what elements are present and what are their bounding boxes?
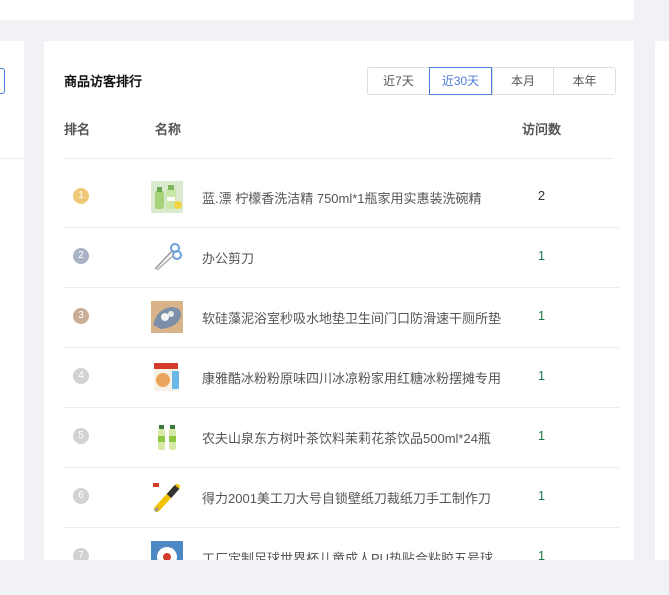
tea-drink-bottles-icon <box>151 421 183 453</box>
header-divider <box>64 158 614 159</box>
page-footer-bar <box>0 560 669 595</box>
visit-count: 2 <box>537 188 546 203</box>
rank-badge: 3 <box>73 308 89 324</box>
product-name[interactable]: 办公剪刀 <box>202 248 512 267</box>
tab-this-year[interactable]: 本年 <box>553 68 615 94</box>
table-row[interactable]: 1 蓝.漂 柠檬香洗洁精 750ml*1瓶家用实惠装洗碗精 2 <box>64 168 619 228</box>
rank-badge: 6 <box>73 488 89 504</box>
jelly-powder-pack-icon <box>151 361 183 393</box>
product-name[interactable]: 蓝.漂 柠檬香洗洁精 750ml*1瓶家用实惠装洗碗精 <box>202 188 512 207</box>
left-card-button-fragment[interactable] <box>0 68 5 94</box>
product-visitor-ranking-panel: 商品访客排行 近7天 近30天 本月 本年 排名 名称 访问数 1 蓝.漂 柠檬… <box>44 41 634 560</box>
tab-last-30-days[interactable]: 近30天 <box>429 67 492 95</box>
detergent-bottle-icon <box>151 181 183 213</box>
table-row[interactable]: 6 得力2001美工刀大号自锁壁纸刀裁纸刀手工制作刀 1 <box>64 468 619 528</box>
product-name[interactable]: 农夫山泉东方树叶茶饮料茉莉花茶饮品500ml*24瓶 <box>202 428 512 447</box>
rank-badge: 4 <box>73 368 89 384</box>
table-row[interactable]: 3 软硅藻泥浴室秒吸水地垫卫生间门口防滑速干厕所垫 1 <box>64 288 619 348</box>
rank-badge: 1 <box>73 188 89 204</box>
date-range-tabs: 近7天 近30天 本月 本年 <box>367 67 616 95</box>
table-row[interactable]: 2 办公剪刀 1 <box>64 228 619 288</box>
left-card-divider <box>0 158 24 159</box>
top-card-fragment <box>0 0 634 20</box>
visit-count: 1 <box>537 248 546 263</box>
rank-badge: 7 <box>73 548 89 560</box>
table-row[interactable]: 4 康雅酷冰粉粉原味四川冰凉粉家用红糖冰粉摆摊专用 1 <box>64 348 619 408</box>
rank-badge: 5 <box>73 428 89 444</box>
tab-last-7-days[interactable]: 近7天 <box>368 68 429 94</box>
left-card-fragment <box>0 41 24 560</box>
right-card-fragment <box>655 41 669 560</box>
product-name[interactable]: 工厂定制足球世界杯儿童成人PU热贴合粘胶五号球 <box>202 548 512 560</box>
visit-count: 1 <box>537 428 546 443</box>
scissors-icon <box>151 241 183 273</box>
product-name[interactable]: 康雅酷冰粉粉原味四川冰凉粉家用红糖冰粉摆摊专用 <box>202 368 512 387</box>
utility-knife-icon <box>151 481 183 513</box>
product-name[interactable]: 软硅藻泥浴室秒吸水地垫卫生间门口防滑速干厕所垫 <box>202 308 512 327</box>
bath-mat-icon <box>151 301 183 333</box>
tab-this-month[interactable]: 本月 <box>492 68 553 94</box>
column-header-rank: 排名 <box>64 122 91 137</box>
product-name[interactable]: 得力2001美工刀大号自锁壁纸刀裁纸刀手工制作刀 <box>202 488 512 507</box>
visit-count: 1 <box>537 488 546 503</box>
column-header-visits: 访问数 <box>522 122 562 137</box>
visit-count: 1 <box>537 548 546 560</box>
visit-count: 1 <box>537 368 546 383</box>
visit-count: 1 <box>537 308 546 323</box>
table-row[interactable]: 5 农夫山泉东方树叶茶饮料茉莉花茶饮品500ml*24瓶 1 <box>64 408 619 468</box>
rank-badge: 2 <box>73 248 89 264</box>
football-sticker-icon <box>151 541 183 560</box>
table-header: 排名 名称 访问数 <box>64 119 614 159</box>
table-row[interactable]: 7 工厂定制足球世界杯儿童成人PU热贴合粘胶五号球 1 <box>64 528 619 560</box>
panel-title: 商品访客排行 <box>64 74 143 89</box>
column-header-name: 名称 <box>155 122 182 137</box>
